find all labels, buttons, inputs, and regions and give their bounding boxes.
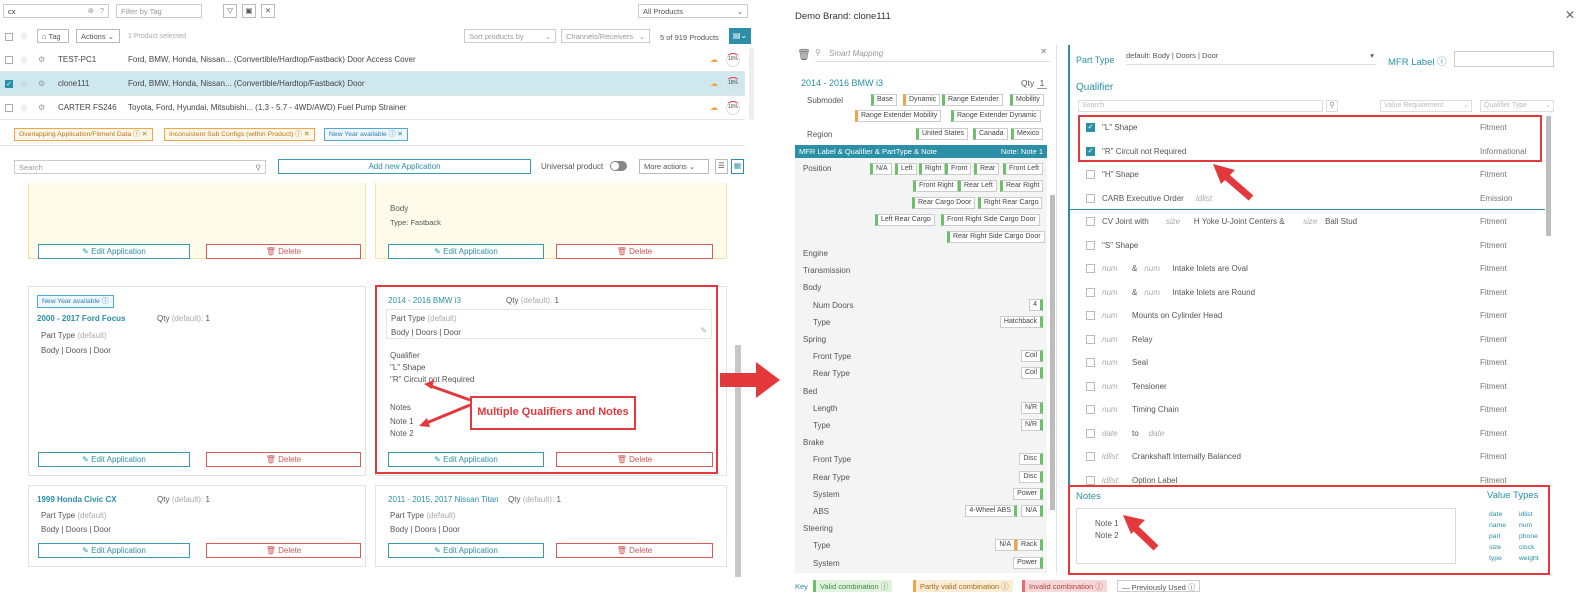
callout-label: Multiple Qualifiers and Notes (470, 396, 636, 430)
annotation-arrows (1123, 164, 1254, 551)
annotation-arrows (419, 380, 471, 427)
product-list-panel: cx ⊗ ? Filter by Tag ▽ ▣ ✕ All Products ⌄… (0, 0, 756, 604)
transition-arrow (720, 362, 780, 398)
edit-application-modal: Demo Brand: clone111 ✕ 🗑 ⚲ Smart Mapping… (783, 0, 1583, 604)
